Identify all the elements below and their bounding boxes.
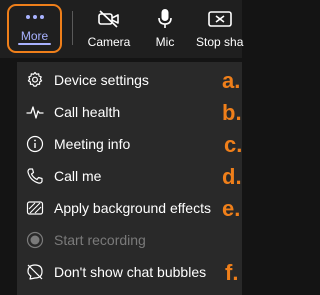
pulse-icon <box>26 103 44 121</box>
annotation-e: e. <box>222 196 241 221</box>
phone-icon <box>26 167 44 185</box>
annotation-a: a. <box>222 68 241 93</box>
menu-item-hide-chat-bubbles[interactable]: Don't show chat bubbles <box>17 256 242 288</box>
menu-item-background-effects[interactable]: Apply background effects <box>17 192 242 224</box>
annotation-b: b. <box>222 100 242 125</box>
menu-item-label: Call health <box>54 104 121 120</box>
more-label: More <box>20 29 49 43</box>
more-button[interactable]: More <box>7 4 62 53</box>
annotation-f: f. <box>225 260 239 285</box>
gear-icon <box>26 71 44 89</box>
menu-item-label: Meeting info <box>54 136 131 152</box>
menu-item-label: Call me <box>54 168 102 184</box>
menu-item-device-settings[interactable]: Device settings <box>17 64 242 96</box>
menu-item-label: Start recording <box>54 232 146 248</box>
mic-button[interactable]: Mic <box>147 0 183 58</box>
camera-off-icon <box>97 8 121 30</box>
mic-icon <box>157 8 173 30</box>
share-screen-icon <box>208 8 232 30</box>
active-indicator <box>18 43 51 45</box>
background-effects-icon <box>26 199 44 217</box>
camera-button[interactable]: Camera <box>80 0 138 58</box>
menu-item-call-me[interactable]: Call me <box>17 160 242 192</box>
camera-label: Camera <box>87 35 131 49</box>
more-options-menu: Device settings Call health Meeting info <box>17 62 242 295</box>
menu-item-call-health[interactable]: Call health <box>17 96 242 128</box>
info-icon <box>26 135 44 153</box>
menu-item-label: Don't show chat bubbles <box>54 264 207 280</box>
mic-label: Mic <box>155 35 175 49</box>
toolbar-divider <box>72 11 73 45</box>
record-icon <box>26 231 44 249</box>
stop-sharing-label: Stop sha <box>196 35 244 49</box>
menu-item-label: Device settings <box>54 72 149 88</box>
menu-item-start-recording: Start recording <box>17 224 242 256</box>
more-icon <box>25 13 44 21</box>
meeting-screen: More Camera Mic Stop sha Device settings… <box>0 0 243 295</box>
menu-item-label: Apply background effects <box>54 200 211 216</box>
annotation-d: d. <box>222 164 242 189</box>
chat-bubble-off-icon <box>26 263 44 281</box>
menu-item-meeting-info[interactable]: Meeting info <box>17 128 242 160</box>
stop-sharing-button[interactable]: Stop sha <box>196 0 276 58</box>
meeting-toolbar: More Camera Mic Stop sha <box>0 0 243 58</box>
annotation-c: c. <box>224 132 243 157</box>
